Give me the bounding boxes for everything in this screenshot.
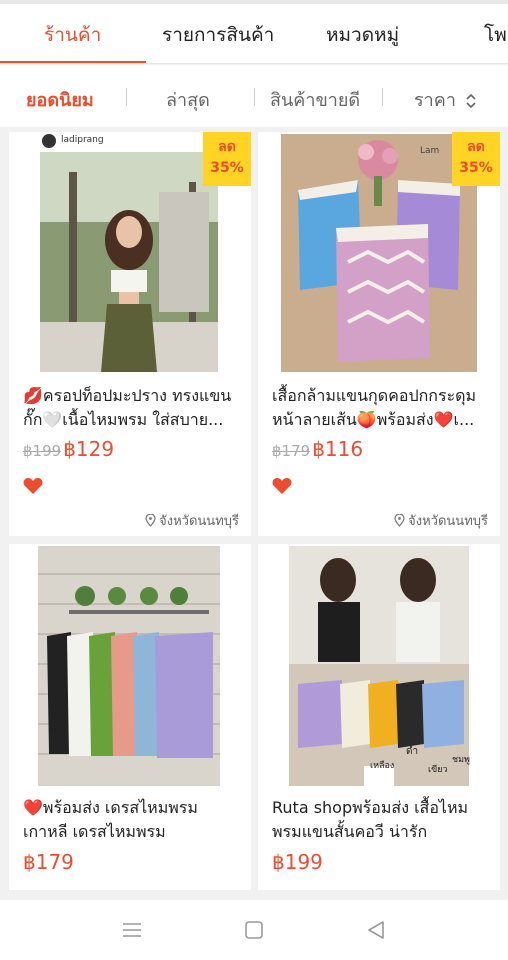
product-price: ฿199 — [272, 850, 323, 874]
sale-price: ฿199 — [272, 850, 323, 874]
product-location: จังหวัดนนทบุรี — [145, 510, 239, 531]
sale-price: ฿179 — [23, 850, 74, 874]
location-pin-icon — [394, 513, 405, 527]
product-price: ฿179 — [23, 850, 74, 874]
location-pin-icon — [145, 513, 156, 527]
product-title: เสื้อกล้ามแขนกุดคอปกกระดุมหน้าลายเส้น🍑พร… — [272, 386, 477, 429]
tab-categories[interactable]: หมวดหมู่ — [326, 20, 399, 50]
original-price: ฿179 — [272, 442, 311, 460]
product-card[interactable]: Lam ลด 35% เสื้อกล้ามแขนกุดคอปกกระดุมหน้… — [258, 132, 500, 536]
back-triangle-icon[interactable] — [364, 918, 388, 942]
sort-bar: ยอดนิยม ล่าสุด สินค้าขายดี ราคา — [0, 65, 508, 127]
home-square-icon[interactable] — [242, 918, 266, 942]
product-title: Ruta shopพร้อมส่ง เสื้อไหมพรมแขนสั้นคอวี… — [272, 798, 469, 841]
product-card[interactable]: ladiprang ลด 35% 💋ครอปท็อปมะปราง ทรงแขนก… — [9, 132, 251, 536]
product-location: จังหวัดนนทบุรี — [394, 510, 488, 531]
sort-updown-icon — [466, 93, 476, 109]
sort-divider — [254, 88, 255, 106]
discount-label: ลด — [218, 139, 236, 155]
product-image: ดำ เหลือง เขียว ชมพู — [258, 544, 500, 792]
sale-price: ฿116 — [312, 437, 364, 461]
image-color-label: ชมพู — [452, 755, 470, 765]
image-color-label: เขียว — [428, 765, 448, 775]
product-card[interactable]: ❤️พร้อมส่ง เดรสไหมพรมเกาหลี เดรสไหมพรม ฿… — [9, 544, 251, 890]
location-text: จังหวัดนนทบุรี — [159, 514, 239, 529]
original-price: ฿199 — [23, 442, 62, 460]
sale-price: ฿129 — [63, 437, 115, 461]
shop-tab-bar: ร้านค้า รายการสินค้า หมวดหมู่ โพ — [0, 4, 508, 64]
active-tab-indicator — [0, 61, 146, 63]
tab-shop[interactable]: ร้านค้า — [44, 20, 101, 50]
product-title: ❤️พร้อมส่ง เดรสไหมพรมเกาหลี เดรสไหมพรม — [23, 798, 198, 841]
image-color-label: ดำ — [406, 746, 419, 757]
menu-icon[interactable] — [120, 918, 144, 942]
discount-label: ลด — [467, 139, 485, 155]
product-price: ฿179 ฿116 — [272, 437, 363, 461]
sort-divider — [126, 88, 127, 106]
tab-posts[interactable]: โพ — [484, 20, 507, 50]
image-caption: ladiprang — [61, 135, 104, 145]
discount-percent: 35% — [210, 160, 244, 176]
location-text: จังหวัดนนทบุรี — [408, 514, 488, 529]
product-title: 💋ครอปท็อปมะปราง ทรงแขนกั๊ก🤍เนื้อไหมพรม ใ… — [23, 386, 232, 429]
discount-badge: ลด 35% — [452, 132, 500, 186]
discount-percent: 35% — [459, 160, 493, 176]
image-color-label: เหลือง — [370, 761, 395, 771]
heart-icon[interactable] — [23, 477, 43, 495]
tab-products[interactable]: รายการสินค้า — [162, 20, 274, 50]
product-price: ฿199 ฿129 — [23, 437, 114, 461]
system-navigation-bar — [0, 900, 508, 960]
image-caption: Lam — [420, 146, 440, 156]
sort-popular[interactable]: ยอดนิยม — [26, 85, 94, 114]
product-image — [9, 544, 251, 792]
sort-bestseller[interactable]: สินค้าขายดี — [270, 85, 360, 114]
sort-price[interactable]: ราคา — [414, 85, 476, 114]
sort-latest[interactable]: ล่าสุด — [166, 85, 210, 114]
discount-badge: ลด 35% — [203, 132, 251, 186]
heart-icon[interactable] — [272, 477, 292, 495]
sort-price-label: ราคา — [414, 90, 456, 111]
sort-divider — [382, 88, 383, 106]
product-card[interactable]: ดำ เหลือง เขียว ชมพู Ruta shopพร้อมส่ง เ… — [258, 544, 500, 890]
